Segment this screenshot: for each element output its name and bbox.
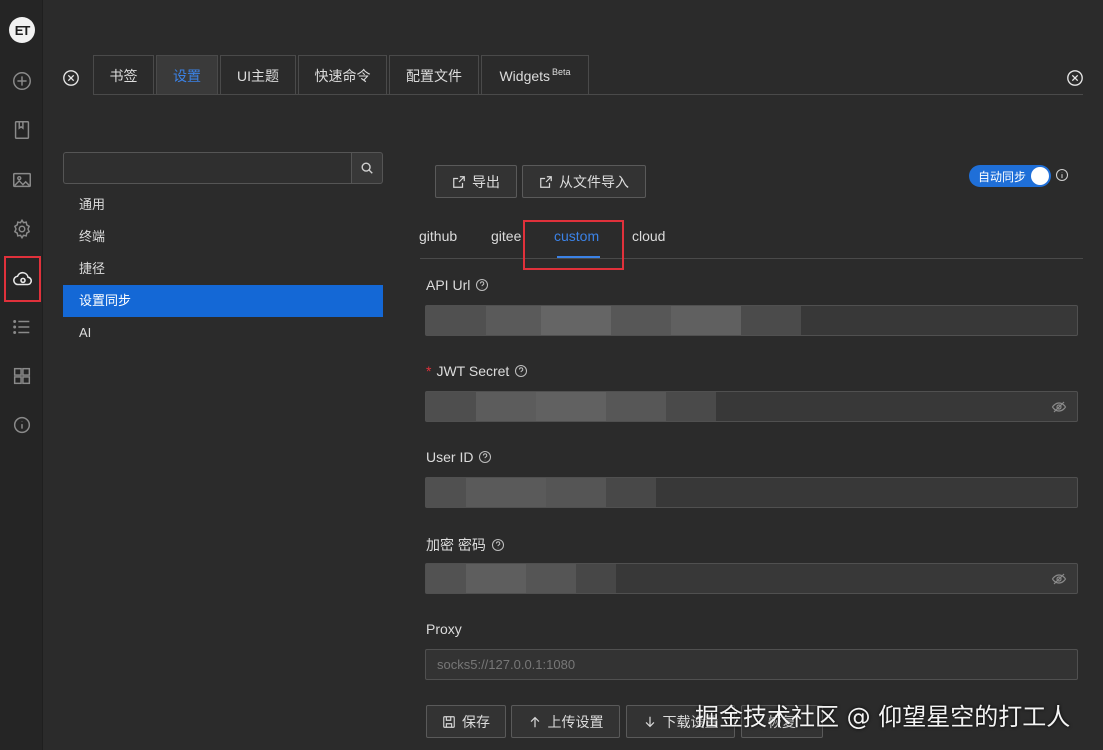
redacted-value [426, 478, 656, 507]
save-button[interactable]: 保存 [426, 705, 506, 738]
export-button[interactable]: 导出 [435, 165, 517, 198]
close-panel-icon[interactable] [62, 69, 80, 87]
nav-item-shortcuts[interactable]: 捷径 [63, 253, 383, 285]
subtab-cloud[interactable]: cloud [632, 228, 665, 244]
help-icon[interactable] [475, 278, 489, 292]
import-icon [540, 175, 552, 188]
settings-search [63, 152, 383, 184]
help-icon[interactable] [478, 450, 492, 464]
settings-nav: 通用 终端 捷径 设置同步 AI [63, 189, 383, 349]
proxy-placeholder: socks5://127.0.0.1:1080 [437, 657, 576, 672]
watermark: 掘金技术社区 @ 仰望星空的打工人 [695, 703, 1071, 731]
tab-widgets[interactable]: Widgets Beta [481, 55, 589, 95]
add-icon[interactable] [0, 61, 43, 101]
sync-settings-panel: 导出 从文件导入 自动同步 github gitee custom cloud … [419, 150, 1085, 750]
tab-settings[interactable]: 设置 [156, 55, 218, 95]
toggle-knob [1031, 167, 1049, 185]
tabbar-divider [93, 94, 1083, 95]
encrypt-password-field[interactable] [425, 563, 1078, 594]
tab-quick-commands[interactable]: 快速命令 [298, 55, 387, 95]
export-icon [453, 175, 465, 188]
info-icon[interactable] [0, 405, 43, 445]
arrow-down-icon [645, 716, 654, 727]
search-button[interactable] [351, 152, 383, 184]
nav-item-general[interactable]: 通用 [63, 189, 383, 221]
proxy-field[interactable]: socks5://127.0.0.1:1080 [425, 649, 1078, 680]
beta-badge: Beta [552, 66, 571, 77]
search-icon [361, 162, 373, 174]
main-region: 书签 设置 UI主题 快速命令 配置文件 Widgets Beta 通用 终端 捷… [43, 0, 1103, 750]
tab-profiles[interactable]: 配置文件 [389, 55, 479, 95]
sync-provider-tabs: github gitee custom cloud [419, 228, 1083, 258]
gear-icon[interactable] [0, 209, 43, 249]
app-logo: ET [9, 17, 35, 43]
arrow-up-icon [530, 716, 539, 727]
tab-bookmarks[interactable]: 书签 [93, 55, 154, 95]
auto-sync-toggle[interactable]: 自动同步 [969, 165, 1051, 187]
help-icon[interactable] [491, 538, 505, 552]
save-icon [443, 715, 455, 728]
hide-password-icon[interactable] [1051, 571, 1067, 587]
jwt-secret-label: * JWT Secret [426, 363, 528, 379]
image-icon[interactable] [0, 160, 43, 200]
bookmark-icon[interactable] [0, 110, 43, 150]
close-window-icon[interactable] [1066, 69, 1084, 87]
jwt-secret-field[interactable] [425, 391, 1078, 422]
list-icon[interactable] [0, 307, 43, 347]
nav-item-ai[interactable]: AI [63, 317, 383, 349]
top-tabs: 书签 设置 UI主题 快速命令 配置文件 Widgets Beta [93, 55, 591, 95]
redacted-value [426, 306, 801, 335]
cloud-sync-icon[interactable] [4, 256, 41, 302]
activity-bar: ET [0, 0, 43, 750]
subtab-divider [420, 258, 1083, 259]
auto-sync-info-icon[interactable] [1055, 168, 1069, 182]
hide-password-icon[interactable] [1051, 399, 1067, 415]
user-id-field[interactable] [425, 477, 1078, 508]
nav-item-terminal[interactable]: 终端 [63, 221, 383, 253]
nav-item-sync[interactable]: 设置同步 [63, 285, 383, 317]
redacted-value [426, 392, 716, 421]
user-id-label: User ID [426, 449, 492, 465]
search-input[interactable] [63, 152, 351, 184]
highlight-box [523, 220, 624, 270]
upload-settings-button[interactable]: 上传设置 [511, 705, 620, 738]
api-url-field[interactable] [425, 305, 1078, 336]
subtab-github[interactable]: github [419, 228, 457, 244]
help-icon[interactable] [514, 364, 528, 378]
grid-icon[interactable] [0, 356, 43, 396]
import-from-file-button[interactable]: 从文件导入 [522, 165, 646, 198]
subtab-gitee[interactable]: gitee [491, 228, 521, 244]
api-url-label: API Url [426, 277, 489, 293]
encrypt-password-label: 加密 密码 [426, 535, 505, 555]
tab-ui-theme[interactable]: UI主题 [220, 55, 296, 95]
proxy-label: Proxy [426, 621, 462, 637]
redacted-value [426, 564, 616, 593]
